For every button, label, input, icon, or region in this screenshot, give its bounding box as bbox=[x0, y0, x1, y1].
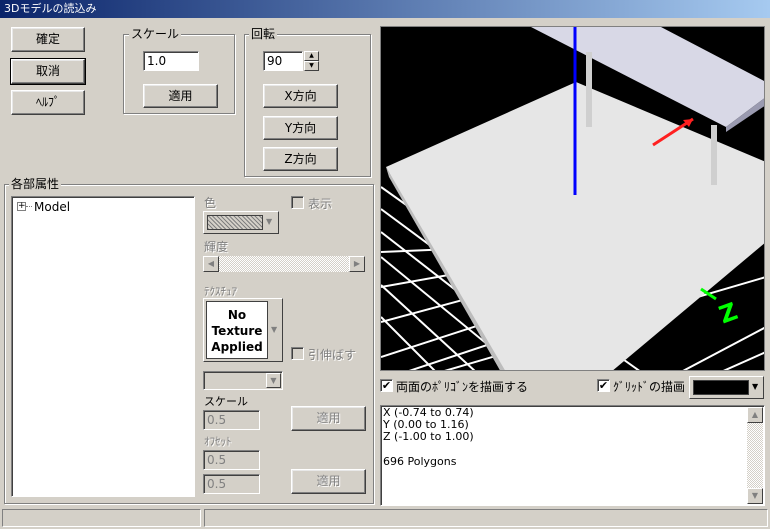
z-axis-label: Z bbox=[715, 297, 741, 329]
table-leg bbox=[711, 125, 717, 185]
chevron-down-icon[interactable]: ▼ bbox=[266, 373, 281, 388]
scale-input[interactable]: 1.0 bbox=[143, 51, 199, 71]
scale-group-label: スケール bbox=[129, 27, 182, 41]
rotation-group-label: 回転 bbox=[249, 27, 278, 41]
texture-scale-label: スケール bbox=[204, 395, 248, 408]
3d-viewport[interactable]: Z bbox=[380, 26, 765, 371]
polygon-count-text: 696 Polygons bbox=[383, 455, 457, 468]
background-color-swatch bbox=[693, 380, 749, 395]
tree-connector bbox=[26, 206, 32, 207]
table-leg bbox=[586, 52, 592, 127]
background-color-dropdown[interactable]: ▼ bbox=[689, 376, 764, 399]
scroll-up-icon[interactable]: ▲ bbox=[747, 407, 763, 423]
brightness-slider[interactable]: ◀ ▶ bbox=[203, 256, 365, 272]
show-label: 表示 bbox=[308, 197, 333, 211]
scroll-down-icon[interactable]: ▼ bbox=[747, 488, 763, 504]
tree-item-model[interactable]: Model bbox=[34, 198, 70, 216]
color-dropdown[interactable]: ▼ bbox=[203, 211, 279, 234]
grid-label: ｸﾞﾘｯﾄﾞの描画 bbox=[613, 380, 686, 394]
texture-scale-apply-button[interactable]: 適用 bbox=[291, 406, 366, 431]
stretch-checkbox[interactable] bbox=[291, 347, 304, 360]
status-pane-right bbox=[204, 509, 768, 527]
grid-checkbox[interactable]: ✔ bbox=[597, 379, 610, 392]
model-info-box[interactable]: X (-0.74 to 0.74) Y (0.00 to 1.16) Z (-1… bbox=[380, 405, 765, 506]
scroll-right-icon[interactable]: ▶ bbox=[349, 256, 365, 272]
3d-scene: Z bbox=[381, 27, 764, 370]
parts-group-label: 各部属性 bbox=[9, 177, 62, 191]
offset-x-input[interactable]: 0.5 bbox=[203, 450, 260, 470]
texture-dropdown[interactable]: No Texture Applied ▼ bbox=[203, 298, 283, 362]
scale-apply-button[interactable]: 適用 bbox=[143, 84, 218, 108]
show-checkbox[interactable] bbox=[291, 196, 304, 209]
rotate-y-button[interactable]: Y方向 bbox=[263, 116, 338, 140]
texture-preview: No Texture Applied bbox=[206, 301, 268, 359]
double-sided-label: 両面のﾎﾟﾘｺﾞﾝを描画する bbox=[396, 380, 529, 394]
chevron-down-icon: ▼ bbox=[266, 217, 273, 226]
ok-button[interactable]: 確定 bbox=[11, 27, 85, 52]
info-scrollbar[interactable]: ▲ ▼ bbox=[747, 407, 763, 504]
offset-apply-button[interactable]: 適用 bbox=[291, 469, 366, 494]
window-title: 3Dモデルの読込み bbox=[0, 0, 770, 18]
rotate-z-button[interactable]: Z方向 bbox=[263, 147, 338, 171]
spin-up-icon[interactable]: ▲ bbox=[304, 51, 319, 61]
rotate-x-button[interactable]: X方向 bbox=[263, 84, 338, 108]
scroll-left-icon[interactable]: ◀ bbox=[203, 256, 219, 272]
z-range-text: Z (-1.00 to 1.00) bbox=[383, 430, 474, 443]
chevron-down-icon: ▼ bbox=[752, 382, 759, 391]
color-label: 色 bbox=[204, 196, 217, 210]
texture-scale-input[interactable]: 0.5 bbox=[203, 410, 260, 430]
offset-y-input[interactable]: 0.5 bbox=[203, 474, 260, 494]
offset-label: ｵﾌｾｯﾄ bbox=[204, 435, 232, 448]
color-swatch bbox=[207, 215, 263, 230]
spin-down-icon[interactable]: ▼ bbox=[304, 61, 319, 71]
brightness-label: 輝度 bbox=[204, 240, 229, 254]
chevron-down-icon: ▼ bbox=[271, 325, 278, 334]
rotation-input[interactable]: 90 bbox=[263, 51, 303, 71]
texture-select[interactable]: ▼ bbox=[203, 371, 283, 390]
stretch-label: 引伸ばす bbox=[308, 348, 357, 362]
tree-expand-icon[interactable]: + bbox=[17, 202, 26, 211]
double-sided-checkbox[interactable]: ✔ bbox=[380, 379, 393, 392]
status-pane-left bbox=[2, 509, 201, 527]
texture-label: ﾃｸｽﾁｭｱ bbox=[204, 285, 237, 298]
cancel-button[interactable]: 取消 bbox=[10, 58, 86, 85]
parts-tree[interactable]: + Model bbox=[11, 196, 195, 497]
rotation-spinner[interactable]: ▲ ▼ bbox=[304, 51, 319, 71]
help-button[interactable]: ﾍﾙﾌﾟ bbox=[11, 90, 85, 115]
